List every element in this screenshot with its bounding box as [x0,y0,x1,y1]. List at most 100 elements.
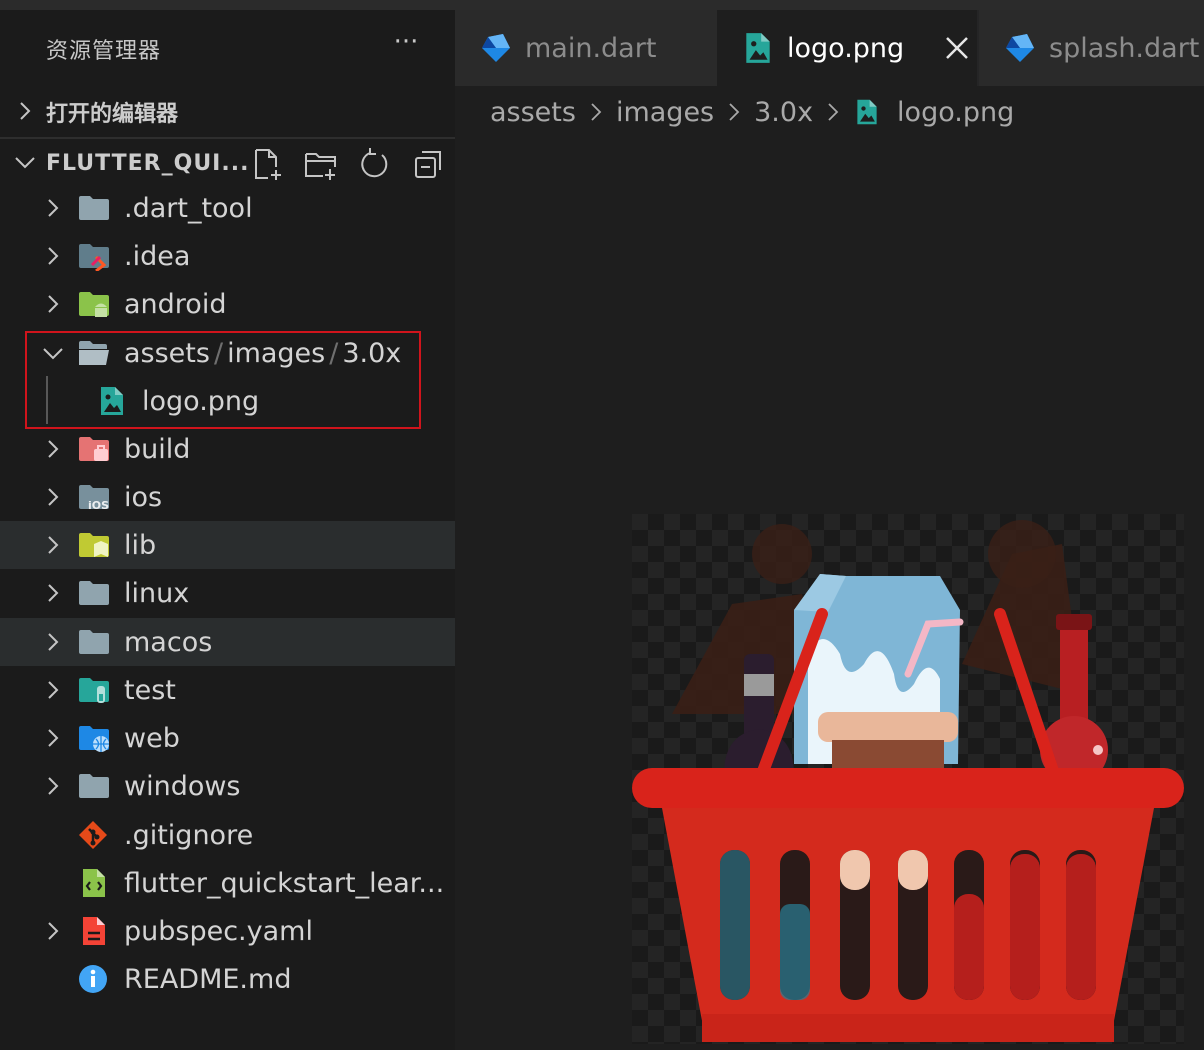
new-file-button[interactable] [250,147,284,181]
tree-item-label: .gitignore [124,820,254,851]
tree-item-label: ios [124,482,163,513]
folder-lib-icon [79,533,109,557]
tree-item-label: flutter_quickstart_lear... [124,868,445,899]
chevron-right-icon [48,199,59,217]
tab-main-dart[interactable]: main.dart [455,10,717,86]
iml-file-icon [83,869,105,897]
new-file-icon [255,149,281,180]
svg-text:iOS: iOS [88,499,109,512]
tree-item-android[interactable]: android [0,280,455,328]
folder-build-icon [79,437,109,461]
chevron-down-icon [43,348,63,360]
tab-label: logo.png [787,32,905,64]
collapse-all-button[interactable] [412,147,446,181]
project-label: FLUTTER_QUI... [46,150,250,176]
folder-test-icon [79,678,109,703]
breadcrumb-item[interactable]: logo.png [897,97,1014,128]
chevron-right-icon [48,777,59,795]
tree-item-test[interactable]: test [0,666,455,714]
path-segment[interactable]: images [227,338,325,369]
chevron-right-icon [48,633,59,651]
tree-item-build[interactable]: build [0,425,455,473]
tree-item-label: .dart_tool [124,193,253,224]
breadcrumb-item[interactable]: images [616,97,714,128]
tree-item-label: web [124,723,180,754]
chevron-right-icon [591,103,602,121]
tree-item-label: .idea [124,241,191,272]
tree-item-label: logo.png [142,386,260,417]
folder-open-icon [79,341,109,365]
project-section[interactable]: FLUTTER_QUI... [0,137,455,187]
chevron-right-icon [48,584,59,602]
tree-item-label: test [124,675,176,706]
git-icon [79,821,107,849]
chevron-right-icon [48,681,59,699]
tree-item-label: lib [124,530,157,561]
breadcrumb: assets images 3.0x logo.png [455,86,1204,138]
tree-item-idea[interactable]: .idea [0,232,455,280]
tree-item-macos[interactable]: macos [0,618,455,666]
tree-item-gitignore[interactable]: .gitignore [0,811,455,859]
tree-item-label: android [124,289,227,320]
tree-item-label: build [124,434,191,465]
folder-ios-icon: iOS [79,485,109,512]
chevron-right-icon [48,440,59,458]
tree-item-pubspec[interactable]: pubspec.yaml [0,907,455,955]
chevron-right-icon [729,103,740,121]
tree-item-label: pubspec.yaml [124,916,313,947]
more-actions-button[interactable]: ··· [386,29,426,62]
tree-item-assets-images[interactable]: assets / images/3.0x [0,329,455,377]
chevron-down-icon [15,157,35,169]
close-icon[interactable] [943,34,971,62]
image-file-icon [857,99,877,125]
tree-item-web[interactable]: web [0,714,455,762]
tree-item-readme[interactable]: README.md [0,955,455,1003]
new-folder-button[interactable] [304,147,338,181]
folder-idea-icon [79,244,109,271]
tab-logo-png[interactable]: logo.png [717,10,977,86]
folder-icon [79,196,109,220]
path-separator: / [329,338,339,369]
refresh-button[interactable] [358,147,392,181]
chevron-right-icon [48,536,59,554]
folder-icon [79,774,109,798]
folder-icon [79,581,109,605]
window-top-strip [0,0,1204,10]
refresh-icon [361,148,388,178]
collapse-all-icon [415,151,441,178]
tree-item-logo-png[interactable]: logo.png [0,377,455,425]
info-icon [79,965,107,993]
tree-item-iml-file[interactable]: flutter_quickstart_lear... [0,859,455,907]
image-file-icon [101,387,123,415]
breadcrumb-item[interactable]: assets [490,97,576,128]
project-actions [250,147,446,181]
tree-item-linux[interactable]: linux [0,569,455,617]
tab-label: splash.dart [1049,32,1200,64]
explorer-title: 资源管理器 [46,39,162,64]
chevron-right-icon [828,103,839,121]
image-file-icon [746,33,770,63]
new-folder-icon [305,153,336,180]
path-segment[interactable]: assets [124,338,210,369]
tree-item-label: README.md [124,964,292,995]
tree-item-label: linux [124,578,190,609]
chevron-right-icon [48,247,59,265]
folder-android-icon [79,292,109,317]
folder-icon [79,630,109,654]
tree-item-dart-tool[interactable]: .dart_tool [0,184,455,232]
tree-item-ios[interactable]: iOS ios [0,473,455,521]
dart-icon [1006,34,1034,62]
tab-splash-dart[interactable]: splash.dart [979,10,1204,86]
breadcrumb-item[interactable]: 3.0x [754,97,813,128]
open-editors-section[interactable]: 打开的编辑器 [0,88,455,136]
tree-item-label: windows [124,771,241,802]
tree-item-lib[interactable]: lib [0,521,455,569]
tree-item-windows[interactable]: windows [0,762,455,810]
path-separator: / [213,338,224,369]
yaml-file-icon [83,917,105,945]
dart-icon [482,34,510,62]
chevron-right-icon [20,102,31,120]
path-segment[interactable]: 3.0x [342,338,401,369]
chevron-right-icon [48,488,59,506]
tree-item-label: macos [124,627,213,658]
